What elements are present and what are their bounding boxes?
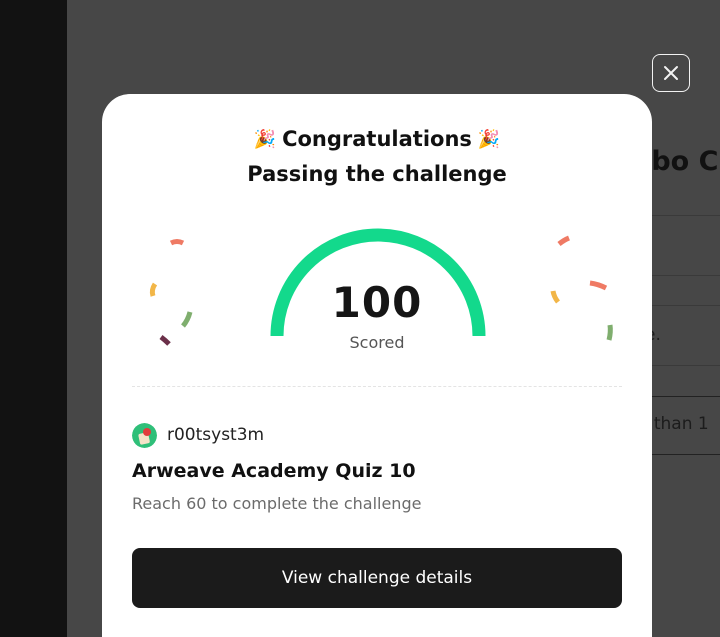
challenge-requirement: Reach 60 to complete the challenge (132, 494, 422, 513)
avatar (132, 422, 157, 448)
score-value: 100 (331, 278, 423, 327)
close-icon (664, 66, 678, 80)
username: r00tsyst3m (167, 425, 265, 445)
confetti-piece (557, 235, 570, 246)
view-challenge-details-button[interactable]: View challenge details (132, 548, 622, 608)
success-modal: 🎉 Congratulations 🎉 Passing the challenge … (102, 94, 652, 637)
confetti-piece (169, 239, 185, 246)
quiz-title: Arweave Academy Quiz 10 (132, 460, 416, 482)
user-row: r00tsyst3m (132, 422, 264, 448)
close-button[interactable] (652, 54, 690, 92)
left-strip (0, 0, 67, 637)
score-label: Scored (349, 333, 405, 352)
section-divider (132, 386, 622, 387)
